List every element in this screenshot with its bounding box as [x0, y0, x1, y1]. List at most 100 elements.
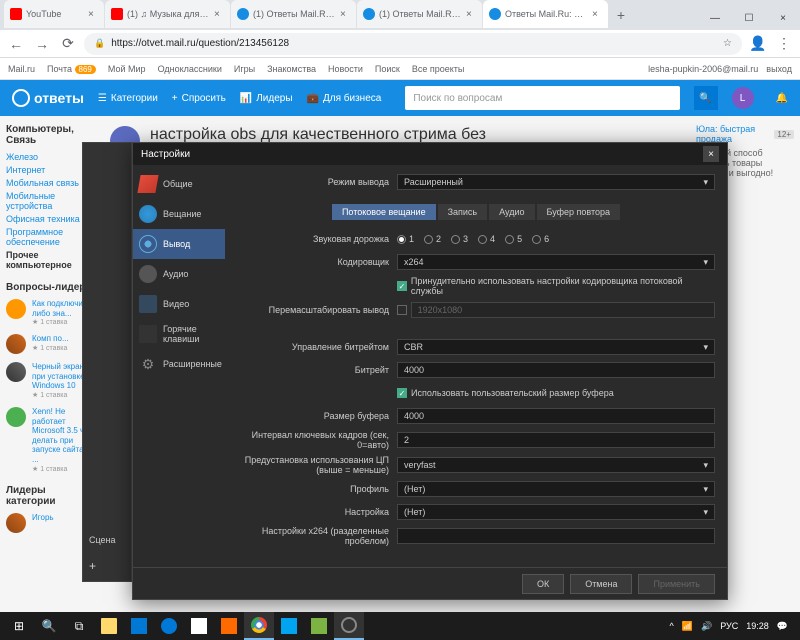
logout-link[interactable]: выход: [766, 64, 792, 74]
bitrate-control-select[interactable]: CBR▾: [397, 339, 715, 355]
taskbar-app[interactable]: [94, 612, 124, 640]
question-item[interactable]: Xenn! Не работает Microsoft 3.5 что дела…: [6, 407, 94, 473]
bookmark-link[interactable]: Игры: [234, 64, 255, 74]
question-item[interactable]: Комп по...★ 1 ставка: [6, 334, 94, 354]
sidebar-link[interactable]: Железо: [6, 152, 94, 162]
bookmark-link[interactable]: Поиск: [375, 64, 400, 74]
sidebar-link[interactable]: Офисная техника: [6, 214, 94, 224]
start-button[interactable]: ⊞: [4, 612, 34, 640]
track-radio-3[interactable]: 3: [451, 234, 468, 244]
taskbar-app[interactable]: [274, 612, 304, 640]
sidebar-item-stream[interactable]: Вещание: [133, 199, 225, 229]
tray-network-icon[interactable]: 📶: [682, 621, 693, 632]
nav-leaders[interactable]: 📊 Лидеры: [240, 93, 293, 104]
search-button[interactable]: 🔍: [34, 612, 64, 640]
track-radio-5[interactable]: 5: [505, 234, 522, 244]
add-scene-button[interactable]: +: [89, 559, 96, 573]
question-item[interactable]: Как подключить либо зна...★ 1 ставка: [6, 299, 94, 326]
track-radio-6[interactable]: 6: [532, 234, 549, 244]
leader-item[interactable]: Игорь: [6, 513, 94, 533]
track-radio-1[interactable]: 1: [397, 234, 414, 244]
bookmark-link[interactable]: Все проекты: [412, 64, 465, 74]
back-button[interactable]: ←: [6, 34, 26, 54]
bookmark-star-icon[interactable]: ☆: [723, 38, 732, 49]
task-view-button[interactable]: ⧉: [64, 612, 94, 640]
taskbar-app[interactable]: [124, 612, 154, 640]
nav-ask[interactable]: + Спросить: [172, 93, 226, 104]
profile-icon[interactable]: 👤: [748, 34, 768, 54]
tray-notifications-icon[interactable]: 💬: [777, 621, 788, 632]
bookmark-link[interactable]: Новости: [328, 64, 363, 74]
new-tab-button[interactable]: +: [609, 0, 633, 30]
bitrate-input[interactable]: 4000: [397, 362, 715, 378]
custom-buffer-checkbox[interactable]: ✓Использовать пользовательский размер бу…: [397, 388, 715, 398]
nav-categories[interactable]: ☰ Категории: [98, 93, 158, 104]
browser-tab[interactable]: (1) Ответы Mail.Ru: ответ×: [231, 0, 356, 28]
sidebar-item-output[interactable]: Вывод: [133, 229, 225, 259]
tab-recording[interactable]: Запись: [438, 204, 488, 220]
minimize-button[interactable]: —: [698, 6, 732, 30]
track-radio-2[interactable]: 2: [424, 234, 441, 244]
bookmark-link[interactable]: Одноклассники: [158, 64, 222, 74]
browser-tab[interactable]: YouTube×: [4, 0, 104, 28]
sidebar-link[interactable]: Интернет: [6, 165, 94, 175]
close-icon[interactable]: ×: [340, 9, 350, 19]
close-icon[interactable]: ×: [88, 9, 98, 19]
tray-chevron-icon[interactable]: ^: [670, 621, 674, 631]
sidebar-item-general[interactable]: Общие: [133, 169, 225, 199]
browser-tab[interactable]: (1) ♫ Музыка для Стрима×: [105, 0, 230, 28]
sidebar-link[interactable]: Мобильные устройства: [6, 191, 94, 211]
sidebar-item-audio[interactable]: Аудио: [133, 259, 225, 289]
ok-button[interactable]: ОК: [522, 574, 564, 594]
apply-button[interactable]: Применить: [638, 574, 715, 594]
keyframe-input[interactable]: 2: [397, 432, 715, 448]
track-radio-4[interactable]: 4: [478, 234, 495, 244]
nav-business[interactable]: 💼 Для бизнеса: [307, 93, 382, 104]
sidebar-link[interactable]: Мобильная связь: [6, 178, 94, 188]
sidebar-item-video[interactable]: Видео: [133, 289, 225, 319]
dialog-close-button[interactable]: ×: [703, 146, 719, 162]
sidebar-link-active[interactable]: Прочее компьютерное: [6, 250, 94, 270]
enforce-checkbox[interactable]: ✓Принудительно использовать настройки ко…: [397, 276, 715, 296]
output-mode-select[interactable]: Расширенный▾: [397, 174, 715, 190]
maximize-button[interactable]: ☐: [732, 6, 766, 30]
yula-link[interactable]: Юла: быстрая продажа12+: [696, 124, 794, 144]
close-icon[interactable]: ×: [214, 9, 224, 19]
address-bar[interactable]: 🔒 https://otvet.mail.ru/question/2134561…: [84, 33, 742, 55]
search-button[interactable]: 🔍: [694, 86, 718, 110]
bookmark-link[interactable]: Знакомства: [267, 64, 316, 74]
notifications-icon[interactable]: 🔔: [776, 93, 788, 104]
tray-clock[interactable]: 19:28: [746, 621, 769, 631]
user-avatar[interactable]: L: [732, 87, 754, 109]
sidebar-item-advanced[interactable]: ⚙Расширенные: [133, 349, 225, 379]
cpu-preset-select[interactable]: veryfast▾: [397, 457, 715, 473]
bookmark-link[interactable]: Почта 869: [47, 64, 96, 74]
taskbar-app[interactable]: [184, 612, 214, 640]
tray-language[interactable]: РУС: [720, 621, 738, 631]
close-icon[interactable]: ×: [592, 9, 602, 19]
profile-select[interactable]: (Нет)▾: [397, 481, 715, 497]
site-search-input[interactable]: Поиск по вопросам: [405, 86, 679, 110]
tab-streaming[interactable]: Потоковое вещание: [332, 204, 436, 220]
bookmark-link[interactable]: Мой Мир: [108, 64, 146, 74]
buffer-input[interactable]: 4000: [397, 408, 715, 424]
tab-audio[interactable]: Аудио: [489, 204, 534, 220]
reload-button[interactable]: ⟳: [58, 34, 78, 54]
sidebar-item-hotkeys[interactable]: Горячие клавиши: [133, 319, 225, 349]
bookmark-link[interactable]: Mail.ru: [8, 64, 35, 74]
browser-tab[interactable]: (1) Ответы Mail.Ru: настро×: [357, 0, 482, 28]
sidebar-link[interactable]: Программное обеспечение: [6, 227, 94, 247]
taskbar-app[interactable]: [154, 612, 184, 640]
browser-tab-active[interactable]: Ответы Mail.Ru: настройк×: [483, 0, 608, 28]
close-button[interactable]: ×: [766, 6, 800, 30]
site-logo[interactable]: ответы: [12, 89, 84, 107]
question-item[interactable]: Черный экран при установке Windows 10★ 1…: [6, 362, 94, 399]
tab-replay[interactable]: Буфер повтора: [537, 204, 621, 220]
tune-select[interactable]: (Нет)▾: [397, 504, 715, 520]
taskbar-app-obs[interactable]: [334, 612, 364, 640]
menu-icon[interactable]: ⋮: [774, 34, 794, 54]
user-email[interactable]: lesha-pupkin-2006@mail.ru: [648, 64, 758, 74]
close-icon[interactable]: ×: [466, 9, 476, 19]
forward-button[interactable]: →: [32, 34, 52, 54]
rescale-checkbox[interactable]: [397, 305, 407, 315]
